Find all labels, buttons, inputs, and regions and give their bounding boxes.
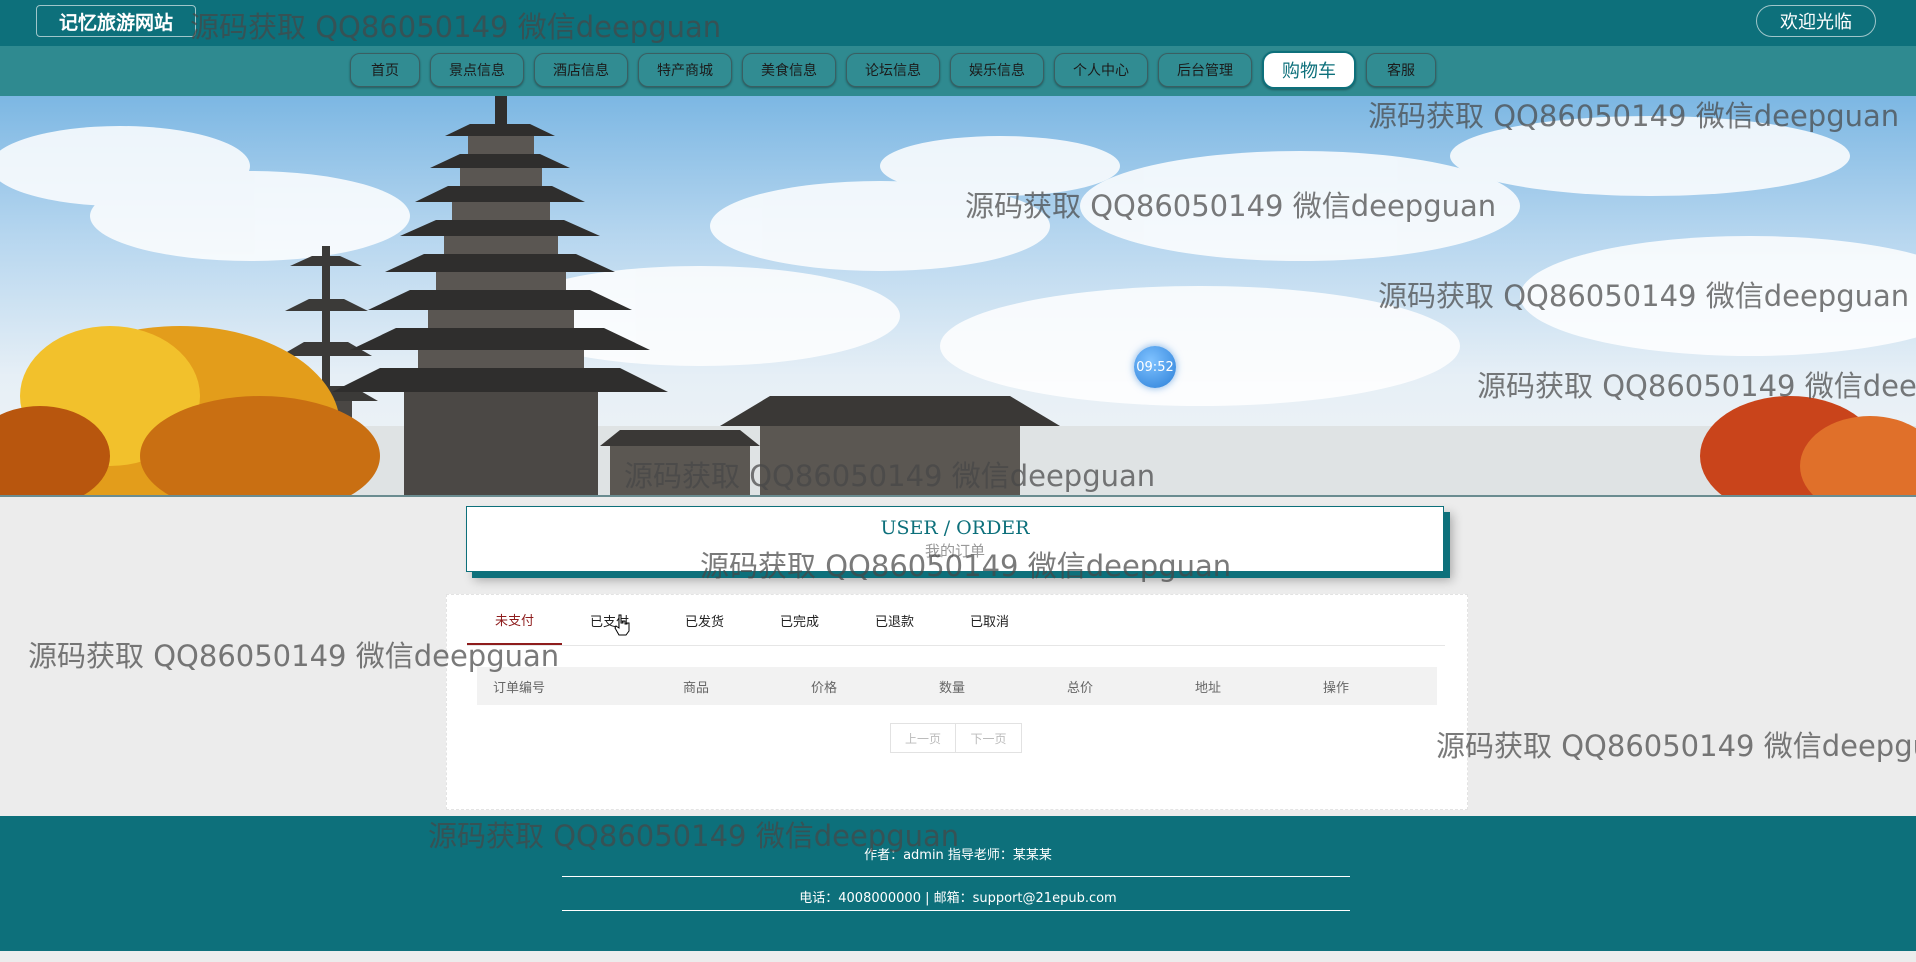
- nav-item-specialty-mall[interactable]: 特产商城: [638, 53, 732, 87]
- footer-author: 作者：admin 指导老师：某某某: [864, 848, 1052, 863]
- column-header-quantity: 数量: [939, 680, 966, 696]
- tab-refunded[interactable]: 已退款: [847, 595, 942, 645]
- orders-panel: 未支付 已支付 已发货 已完成 已退款 已取消 订单编号 商品 价格 数量 总价…: [446, 594, 1468, 810]
- column-header-product: 商品: [683, 680, 710, 696]
- nav-item-entertainment[interactable]: 娱乐信息: [950, 53, 1044, 87]
- footer: 作者：admin 指导老师：某某某 电话：4008000000 | 邮箱：sup…: [0, 816, 1916, 951]
- section-title-en: USER / ORDER: [880, 517, 1030, 539]
- top-bar: 记忆旅游网站 欢迎光临: [0, 0, 1916, 46]
- clock-badge: 09:52: [1134, 346, 1176, 388]
- tab-completed[interactable]: 已完成: [752, 595, 847, 645]
- tab-paid[interactable]: 已支付: [562, 595, 657, 645]
- footer-divider: [562, 876, 1350, 877]
- nav-list: 首页 景点信息 酒店信息 特产商城 美食信息 论坛信息 娱乐信息 个人中心 后台…: [350, 51, 1436, 89]
- tab-unpaid[interactable]: 未支付: [467, 595, 562, 645]
- main-nav: 首页 景点信息 酒店信息 特产商城 美食信息 论坛信息 娱乐信息 个人中心 后台…: [0, 46, 1916, 96]
- nav-item-forum[interactable]: 论坛信息: [846, 53, 940, 87]
- nav-item-home[interactable]: 首页: [350, 53, 420, 87]
- watermark-text: 源码获取 QQ86050149 微信deepguan: [1436, 729, 1916, 763]
- nav-item-food[interactable]: 美食信息: [742, 53, 836, 87]
- section-title-box: USER / ORDER 我的订单: [466, 506, 1444, 572]
- column-header-total: 总价: [1067, 680, 1094, 696]
- prev-page-button[interactable]: 上一页: [890, 723, 956, 753]
- tab-shipped[interactable]: 已发货: [657, 595, 752, 645]
- banner-scene-image: [0, 96, 1916, 496]
- column-header-price: 价格: [811, 680, 838, 696]
- banner-divider: [0, 495, 1916, 497]
- next-page-button[interactable]: 下一页: [956, 723, 1022, 753]
- section-title-cn: 我的订单: [924, 542, 985, 560]
- footer-contact: 电话：4008000000 | 邮箱：support@21epub.com: [799, 891, 1117, 906]
- nav-item-hotels[interactable]: 酒店信息: [534, 53, 628, 87]
- tab-cancelled[interactable]: 已取消: [942, 595, 1037, 645]
- column-header-actions: 操作: [1323, 680, 1350, 696]
- nav-item-attractions[interactable]: 景点信息: [430, 53, 524, 87]
- hero-banner: 09:52: [0, 96, 1916, 496]
- nav-item-admin[interactable]: 后台管理: [1158, 53, 1252, 87]
- nav-item-customer-service[interactable]: 客服: [1366, 53, 1436, 87]
- pagination: 上一页 下一页: [890, 723, 1022, 753]
- orders-table-header: 订单编号 商品 价格 数量 总价 地址 操作: [477, 667, 1437, 705]
- welcome-badge[interactable]: 欢迎光临: [1756, 5, 1876, 37]
- footer-divider: [562, 910, 1350, 911]
- nav-item-cart[interactable]: 购物车: [1262, 51, 1356, 89]
- site-title[interactable]: 记忆旅游网站: [36, 5, 196, 37]
- column-header-order-no: 订单编号: [493, 680, 546, 696]
- nav-item-personal-center[interactable]: 个人中心: [1054, 53, 1148, 87]
- hand-cursor-icon: [614, 614, 630, 636]
- column-header-address: 地址: [1195, 680, 1222, 696]
